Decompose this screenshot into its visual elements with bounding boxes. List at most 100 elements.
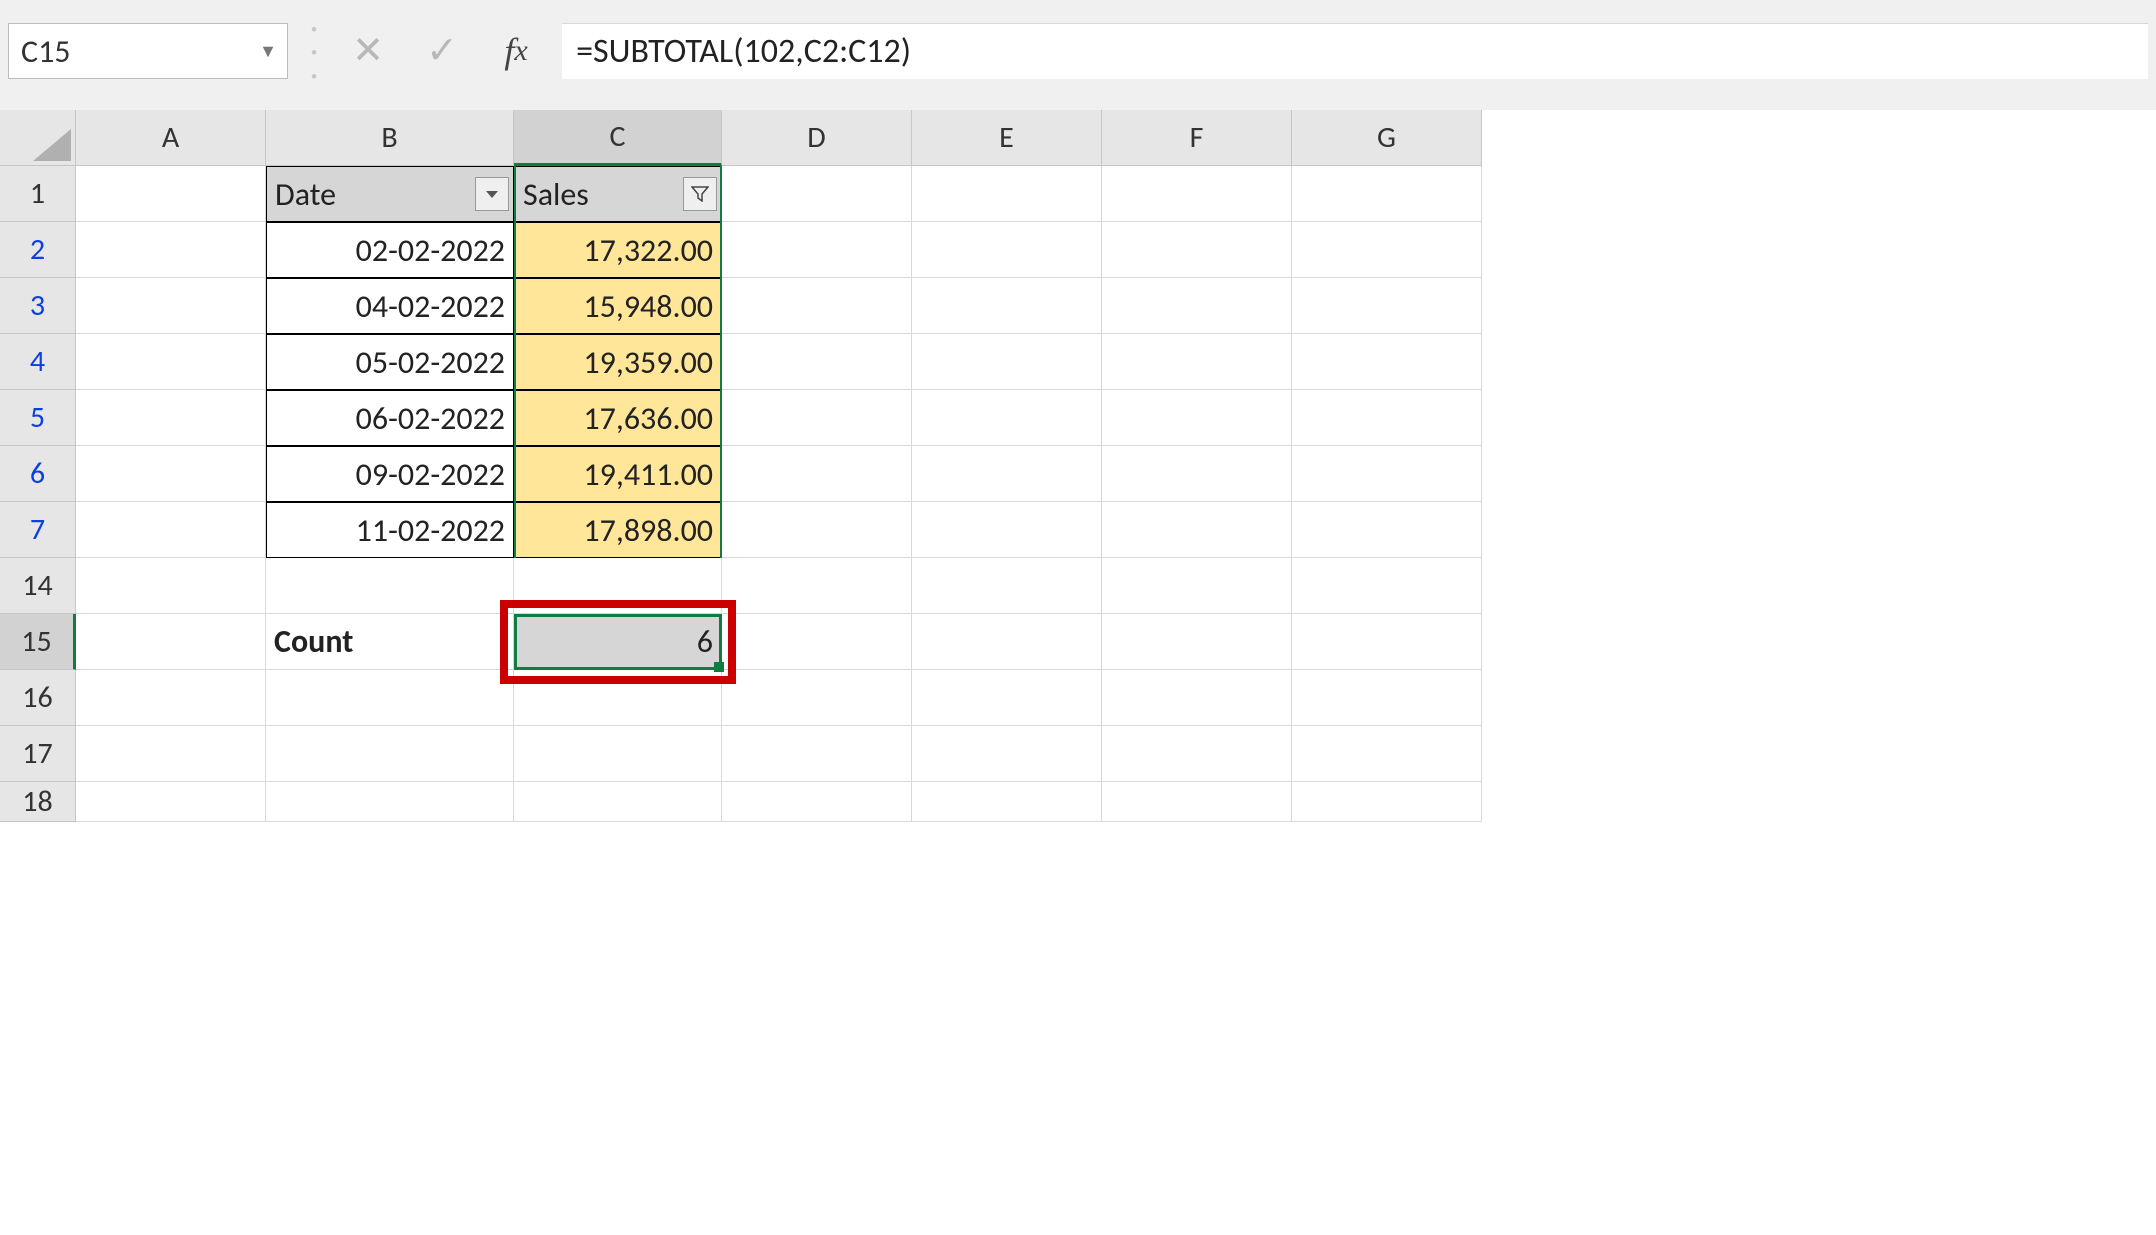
cell[interactable] [1292, 782, 1482, 822]
cell[interactable] [912, 614, 1102, 670]
cell[interactable] [1292, 558, 1482, 614]
select-all-corner[interactable] [0, 110, 76, 166]
row-header-4[interactable]: 4 [0, 334, 76, 390]
cell[interactable] [1102, 614, 1292, 670]
cell-A4[interactable] [76, 334, 266, 390]
cell[interactable] [76, 670, 266, 726]
cell[interactable] [722, 334, 912, 390]
row-header-16[interactable]: 16 [0, 670, 76, 726]
cell[interactable] [1102, 334, 1292, 390]
cell-C4[interactable]: 19,359.00 [514, 334, 722, 390]
cell-B1[interactable]: Date [266, 166, 514, 222]
cell-A7[interactable] [76, 502, 266, 558]
cell-C1[interactable]: Sales [514, 166, 722, 222]
cell[interactable] [1102, 222, 1292, 278]
cell[interactable] [912, 222, 1102, 278]
row-header-2[interactable]: 2 [0, 222, 76, 278]
cell[interactable] [514, 726, 722, 782]
cell-A15[interactable] [76, 614, 266, 670]
cell-A2[interactable] [76, 222, 266, 278]
col-header-G[interactable]: G [1292, 110, 1482, 166]
cell-A1[interactable] [76, 166, 266, 222]
cell[interactable] [912, 670, 1102, 726]
cell[interactable] [722, 558, 912, 614]
col-header-B[interactable]: B [266, 110, 514, 166]
cell-A5[interactable] [76, 390, 266, 446]
cell[interactable] [1102, 670, 1292, 726]
cell[interactable] [1102, 726, 1292, 782]
cell[interactable] [912, 278, 1102, 334]
cell[interactable] [912, 390, 1102, 446]
cell-B2[interactable]: 02-02-2022 [266, 222, 514, 278]
cell[interactable] [722, 670, 912, 726]
row-header-7[interactable]: 7 [0, 502, 76, 558]
cell[interactable] [1102, 782, 1292, 822]
row-header-6[interactable]: 6 [0, 446, 76, 502]
cell-C14[interactable] [514, 558, 722, 614]
cell[interactable] [1292, 614, 1482, 670]
cell-C6[interactable]: 19,411.00 [514, 446, 722, 502]
row-header-3[interactable]: 3 [0, 278, 76, 334]
cell[interactable] [1102, 446, 1292, 502]
col-header-D[interactable]: D [722, 110, 912, 166]
cell-B4[interactable]: 05-02-2022 [266, 334, 514, 390]
cell[interactable] [266, 726, 514, 782]
cell-G1[interactable] [1292, 166, 1482, 222]
cell[interactable] [1292, 278, 1482, 334]
formula-input[interactable]: =SUBTOTAL(102,C2:C12) [562, 23, 2148, 79]
filter-dropdown-icon[interactable] [475, 177, 509, 211]
cell-B6[interactable]: 09-02-2022 [266, 446, 514, 502]
cell-B14[interactable] [266, 558, 514, 614]
cell[interactable] [76, 782, 266, 822]
cell[interactable] [722, 446, 912, 502]
cell-F1[interactable] [1102, 166, 1292, 222]
cell[interactable] [912, 558, 1102, 614]
cell[interactable] [722, 222, 912, 278]
cell[interactable] [1292, 726, 1482, 782]
cell[interactable] [722, 726, 912, 782]
cell-C3[interactable]: 15,948.00 [514, 278, 722, 334]
cell-B3[interactable]: 04-02-2022 [266, 278, 514, 334]
cell[interactable] [1102, 278, 1292, 334]
insert-function-icon[interactable]: fx [488, 23, 544, 79]
row-header-5[interactable]: 5 [0, 390, 76, 446]
col-header-C[interactable]: C [514, 110, 722, 166]
col-header-A[interactable]: A [76, 110, 266, 166]
cell[interactable] [76, 726, 266, 782]
cell[interactable] [1102, 502, 1292, 558]
col-header-E[interactable]: E [912, 110, 1102, 166]
cell[interactable] [1102, 390, 1292, 446]
spreadsheet-grid[interactable]: A B C D E F G 1 2 3 4 5 6 7 14 15 16 17 … [0, 110, 2156, 1235]
row-header-17[interactable]: 17 [0, 726, 76, 782]
name-box[interactable]: C15 ▼ [8, 23, 288, 79]
cell[interactable] [912, 446, 1102, 502]
cell[interactable] [514, 782, 722, 822]
cell-C5[interactable]: 17,636.00 [514, 390, 722, 446]
cell-A6[interactable] [76, 446, 266, 502]
cell-B7[interactable]: 11-02-2022 [266, 502, 514, 558]
cell[interactable] [912, 782, 1102, 822]
cell[interactable] [912, 502, 1102, 558]
row-header-15[interactable]: 15 [0, 614, 76, 670]
cell[interactable] [1292, 502, 1482, 558]
cell-C2[interactable]: 17,322.00 [514, 222, 722, 278]
cell[interactable] [722, 278, 912, 334]
cell[interactable] [1292, 390, 1482, 446]
cell[interactable] [1292, 670, 1482, 726]
cell[interactable] [912, 726, 1102, 782]
cell-A14[interactable] [76, 558, 266, 614]
cell-C15[interactable]: 6 [514, 614, 722, 670]
cell[interactable] [1292, 446, 1482, 502]
cell[interactable] [514, 670, 722, 726]
cell[interactable] [266, 670, 514, 726]
cell-B15[interactable]: Count [266, 614, 514, 670]
cell[interactable] [912, 334, 1102, 390]
cell-B5[interactable]: 06-02-2022 [266, 390, 514, 446]
cell[interactable] [722, 614, 912, 670]
col-header-F[interactable]: F [1102, 110, 1292, 166]
cell[interactable] [1102, 558, 1292, 614]
cell-A3[interactable] [76, 278, 266, 334]
filter-active-icon[interactable] [683, 177, 717, 211]
chevron-down-icon[interactable]: ▼ [259, 40, 277, 62]
cell[interactable] [1292, 334, 1482, 390]
